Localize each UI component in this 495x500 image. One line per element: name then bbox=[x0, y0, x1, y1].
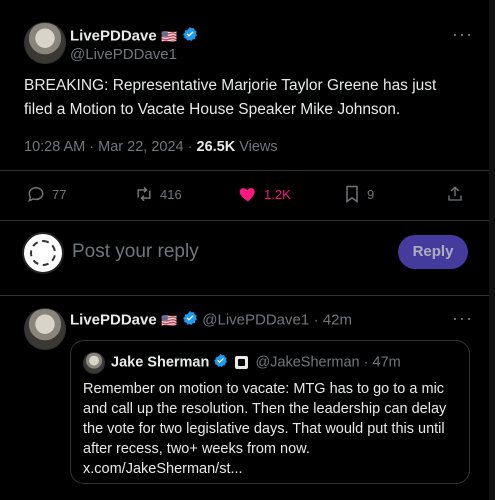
user-avatar[interactable] bbox=[22, 232, 64, 274]
quoted-author-handle: @JakeSherman bbox=[255, 354, 360, 371]
reply-action[interactable]: 77 bbox=[26, 184, 66, 204]
tweet-date[interactable]: Mar 22, 2024 bbox=[98, 139, 183, 155]
us-flag-icon: 🇺🇸 bbox=[161, 28, 178, 44]
us-flag-icon: 🇺🇸 bbox=[161, 312, 178, 328]
reply-author-name[interactable]: LivePDDave bbox=[70, 312, 157, 329]
retweet-icon bbox=[137, 186, 151, 202]
verified-badge-icon bbox=[213, 353, 228, 372]
like-count: 1.2K bbox=[264, 186, 291, 202]
reply-count: 77 bbox=[52, 186, 67, 202]
tweet-text: BREAKING: Representative Marjorie Taylor… bbox=[24, 77, 437, 118]
quoted-link[interactable]: x.com/JakeSherman/st... bbox=[83, 459, 243, 479]
verified-badge-icon bbox=[182, 26, 198, 47]
divider bbox=[0, 170, 495, 171]
meta-separator: · bbox=[313, 311, 323, 329]
verified-badge-icon bbox=[182, 310, 198, 331]
reply-author-avatar[interactable] bbox=[24, 308, 66, 350]
retweet-count: 416 bbox=[160, 186, 182, 202]
author-name-row[interactable]: LivePDDave 🇺🇸 bbox=[70, 26, 198, 47]
quoted-author-row: Jake Sherman @JakeSherman · 47m bbox=[111, 353, 401, 372]
tweet-meta: 10:28 AM · Mar 22, 2024 · 26.5K Views bbox=[24, 139, 278, 155]
reply-author-handle[interactable]: @LivePDDave1 bbox=[202, 312, 309, 329]
like-action[interactable]: 1.2K bbox=[238, 184, 291, 204]
badge-logo-icon bbox=[30, 240, 56, 266]
share-icon bbox=[448, 186, 462, 201]
reply-button[interactable]: Reply bbox=[398, 235, 468, 269]
more-options-icon[interactable]: ··· bbox=[452, 24, 473, 45]
more-options-icon[interactable]: ··· bbox=[452, 308, 473, 329]
meta-separator: · bbox=[187, 139, 197, 155]
reply-age[interactable]: 42m bbox=[323, 312, 352, 329]
reply-icon bbox=[28, 186, 44, 203]
views-count: 26.5K bbox=[196, 139, 236, 155]
retweet-action[interactable]: 416 bbox=[134, 184, 182, 204]
reply-input[interactable]: Post your reply bbox=[72, 241, 199, 263]
quoted-text: Remember on motion to vacate: MTG has to… bbox=[83, 381, 447, 457]
meta-separator: · bbox=[89, 139, 99, 155]
bookmark-count: 9 bbox=[367, 186, 375, 202]
scrollbar[interactable] bbox=[489, 0, 495, 500]
author-avatar[interactable] bbox=[24, 22, 66, 64]
author-handle[interactable]: @LivePDDave1 bbox=[70, 46, 177, 63]
meta-separator: · bbox=[363, 354, 373, 371]
quoted-author-avatar bbox=[83, 352, 105, 374]
divider bbox=[0, 295, 495, 296]
bookmark-action[interactable]: 9 bbox=[343, 184, 374, 204]
heart-icon bbox=[239, 188, 255, 202]
tweet-time[interactable]: 10:28 AM bbox=[24, 139, 85, 155]
share-action[interactable] bbox=[446, 184, 464, 204]
affiliate-badge-icon bbox=[235, 356, 249, 369]
quoted-author-name: Jake Sherman bbox=[111, 354, 210, 371]
reply-author-row: LivePDDave 🇺🇸 @LivePDDave1 · 42m bbox=[70, 310, 352, 331]
author-name[interactable]: LivePDDave bbox=[70, 28, 157, 45]
quoted-age: 47m bbox=[372, 354, 401, 371]
quoted-tweet[interactable]: Jake Sherman @JakeSherman · 47m Remember… bbox=[70, 340, 470, 484]
divider bbox=[0, 220, 495, 221]
views-label: Views bbox=[239, 139, 278, 155]
bookmark-icon bbox=[346, 185, 358, 203]
